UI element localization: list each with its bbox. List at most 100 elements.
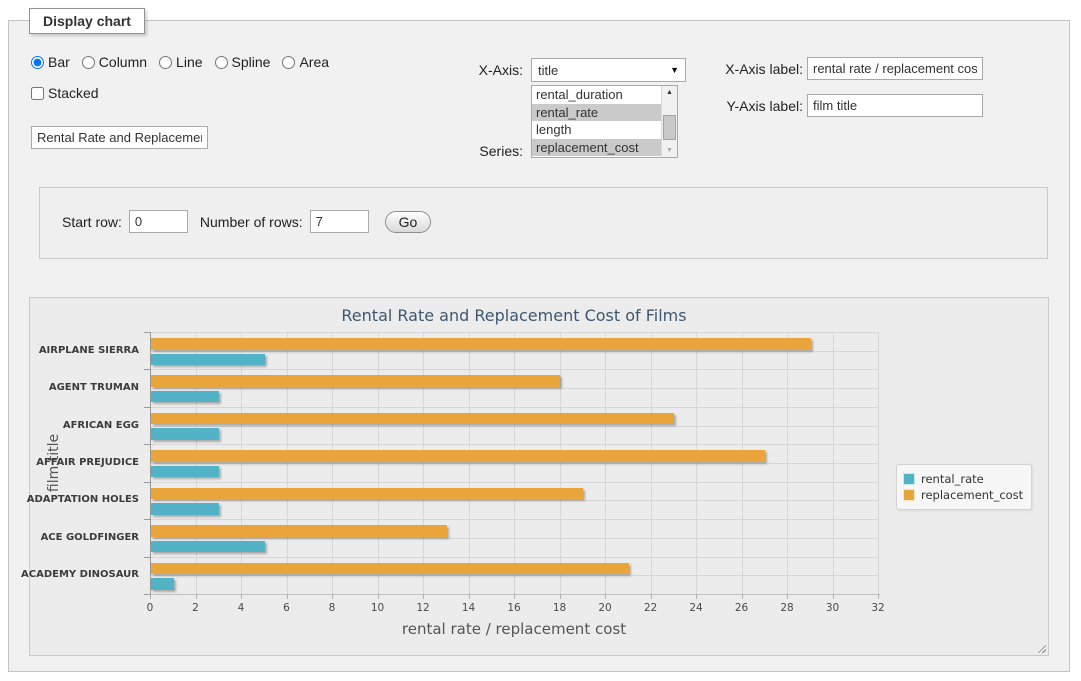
category-label: ACE GOLDFINGER: [41, 532, 139, 543]
radio-spline[interactable]: [215, 56, 228, 69]
radio-area[interactable]: [282, 56, 295, 69]
start-row-label: Start row:: [62, 214, 122, 230]
rows-form: Start row: Number of rows: Go: [39, 187, 1048, 259]
category-label: AIRPLANE SIERRA: [39, 345, 139, 356]
stacked-row: Stacked: [31, 85, 111, 101]
x-axis-line: [150, 594, 880, 595]
x-axis-tick: [605, 594, 606, 599]
x-axis-tick: [150, 594, 151, 599]
category-label: AGENT TRUMAN: [49, 382, 139, 393]
y-axis-tick: [144, 519, 150, 520]
radio-line[interactable]: [159, 56, 172, 69]
category-label: ACADEMY DINOSAUR: [21, 569, 139, 580]
stacked-label[interactable]: Stacked: [48, 85, 99, 101]
y-axis-tick: [144, 332, 150, 333]
x-tick-label: 28: [780, 602, 793, 614]
grid-line: [150, 369, 878, 370]
bar-rental-rate[interactable]: [151, 354, 265, 366]
bar-replacement-cost[interactable]: [151, 375, 560, 387]
radio-column-label[interactable]: Column: [99, 54, 147, 70]
radio-area-label[interactable]: Area: [299, 54, 329, 70]
x-tick-label: 6: [283, 602, 290, 614]
x-axis-label-input[interactable]: [807, 57, 983, 80]
x-axis-tick: [196, 594, 197, 599]
bar-replacement-cost[interactable]: [151, 563, 629, 575]
series-option-rental-rate[interactable]: rental_rate: [532, 104, 661, 122]
x-axis-tick: [742, 594, 743, 599]
x-axis-tick: [287, 594, 288, 599]
x-tick-label: 14: [462, 602, 475, 614]
x-tick-label: 12: [416, 602, 429, 614]
x-tick-label: 18: [553, 602, 566, 614]
radio-bar[interactable]: [31, 56, 44, 69]
grid-line: [150, 482, 878, 483]
x-axis-tick: [878, 594, 879, 599]
chart-legend: rental_rate replacement_cost: [896, 464, 1032, 510]
chart-title-input[interactable]: [31, 126, 208, 149]
x-tick-label: 24: [689, 602, 702, 614]
series-options: rental_duration rental_rate length repla…: [532, 86, 661, 157]
bar-replacement-cost[interactable]: [151, 413, 674, 425]
grid-line: [150, 351, 878, 352]
bar-replacement-cost[interactable]: [151, 488, 583, 500]
x-axis-tick: [469, 594, 470, 599]
series-listbox[interactable]: rental_duration rental_rate length repla…: [531, 85, 678, 158]
y-axis-tick: [144, 444, 150, 445]
x-tick-label: 20: [598, 602, 611, 614]
resize-handle-icon[interactable]: [1035, 642, 1046, 653]
bar-replacement-cost[interactable]: [151, 450, 765, 462]
start-row-input[interactable]: [129, 210, 188, 233]
x-axis-select-value: title: [538, 63, 558, 78]
display-chart-panel: Display chart Bar Column Line Spline Are…: [8, 20, 1070, 672]
legend-label: replacement_cost: [921, 488, 1023, 502]
radio-bar-label[interactable]: Bar: [48, 54, 70, 70]
legend-item-replacement-cost[interactable]: replacement_cost: [903, 488, 1023, 502]
series-option-replacement-cost[interactable]: replacement_cost: [532, 139, 661, 157]
x-axis-tick: [378, 594, 379, 599]
legend-swatch: [903, 473, 915, 485]
scrollbar-thumb[interactable]: [663, 115, 676, 140]
x-axis-select[interactable]: title ▼: [531, 58, 686, 82]
chart-type-radio-group: Bar Column Line Spline Area: [31, 54, 341, 70]
bar-rental-rate[interactable]: [151, 578, 174, 590]
y-axis-tick: [144, 557, 150, 558]
grid-line: [150, 426, 878, 427]
bar-rental-rate[interactable]: [151, 503, 219, 515]
series-option-rental-duration[interactable]: rental_duration: [532, 86, 661, 104]
number-of-rows-input[interactable]: [310, 210, 369, 233]
grid-line: [150, 519, 878, 520]
bar-replacement-cost[interactable]: [151, 338, 811, 350]
category-label: ADAPTATION HOLES: [27, 494, 139, 505]
radio-spline-label[interactable]: Spline: [232, 54, 271, 70]
bar-rental-rate[interactable]: [151, 466, 219, 478]
y-axis-label-input[interactable]: [807, 94, 983, 117]
series-option-length[interactable]: length: [532, 121, 661, 139]
go-button[interactable]: Go: [385, 211, 432, 233]
x-axis-tick: [560, 594, 561, 599]
x-tick-label: 10: [371, 602, 384, 614]
bar-replacement-cost[interactable]: [151, 525, 447, 537]
radio-line-label[interactable]: Line: [176, 54, 202, 70]
x-tick-label: 30: [826, 602, 839, 614]
bar-rental-rate[interactable]: [151, 541, 265, 553]
chevron-down-icon: ▼: [670, 65, 679, 75]
y-axis-label-label: Y-Axis label:: [703, 98, 803, 114]
bar-rental-rate[interactable]: [151, 428, 219, 440]
listbox-scrollbar[interactable]: ▲ ▼: [661, 86, 677, 157]
scroll-down-icon[interactable]: ▼: [662, 147, 677, 154]
y-axis-line: [150, 332, 151, 594]
chart-container: Rental Rate and Replacement Cost of Film…: [29, 297, 1049, 656]
grid-line: [150, 575, 878, 576]
radio-column[interactable]: [82, 56, 95, 69]
grid-line: [150, 557, 878, 558]
x-tick-label: 0: [147, 602, 154, 614]
legend-label: rental_rate: [921, 472, 984, 486]
x-axis-tick: [332, 594, 333, 599]
scroll-up-icon[interactable]: ▲: [662, 89, 677, 96]
y-axis-tick: [144, 407, 150, 408]
bar-rental-rate[interactable]: [151, 391, 219, 403]
x-axis-tick: [514, 594, 515, 599]
legend-item-rental-rate[interactable]: rental_rate: [903, 472, 1023, 486]
x-axis-select-label: X-Axis:: [423, 62, 523, 78]
stacked-checkbox[interactable]: [31, 87, 44, 100]
